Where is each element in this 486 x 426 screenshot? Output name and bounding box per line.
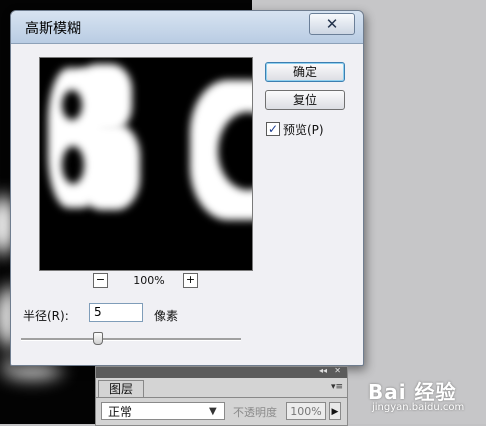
radius-input[interactable] xyxy=(89,303,143,322)
preview-letter-b-bowl xyxy=(76,64,132,132)
zoom-out-button[interactable]: − xyxy=(93,273,108,288)
opacity-slider-arrow[interactable]: ▶ xyxy=(329,402,341,420)
preview-checkbox[interactable]: ✓ xyxy=(266,122,280,136)
radius-slider-thumb[interactable] xyxy=(93,332,103,345)
tab-strip-divider xyxy=(96,397,347,398)
radius-label: 半径(R): xyxy=(23,309,69,323)
preview-checkbox-label[interactable]: 预览(P) xyxy=(283,121,324,138)
ok-button[interactable]: 确定 xyxy=(265,62,345,82)
dialog-title: 高斯模糊 xyxy=(25,21,81,37)
chevron-down-icon[interactable]: ▼ xyxy=(209,406,217,417)
watermark-logo: Bai 经验 xyxy=(368,380,457,404)
preview-pane[interactable] xyxy=(39,57,253,271)
arrow-right-icon: ▶ xyxy=(331,407,339,417)
opacity-input[interactable]: 100% xyxy=(286,402,326,420)
radius-slider-track[interactable] xyxy=(21,338,241,341)
radius-unit-label: 像素 xyxy=(154,309,179,323)
watermark-url: jingyan.baidu.com xyxy=(372,402,465,413)
collapse-icon[interactable]: ◂◂ xyxy=(319,366,327,375)
preview-letter-b-bowl xyxy=(78,124,140,210)
blend-mode-select[interactable]: 正常 xyxy=(101,402,225,420)
reset-button[interactable]: 复位 xyxy=(265,90,345,110)
watermark: Bai 经验 jingyan.baidu.com xyxy=(368,372,486,424)
tab-layers[interactable]: 图层 xyxy=(98,380,144,398)
opacity-label: 不透明度 xyxy=(233,406,277,419)
close-icon: ✕ xyxy=(325,15,339,33)
dialog-title-bar[interactable]: 高斯模糊 ✕ xyxy=(11,11,363,44)
close-button[interactable]: ✕ xyxy=(309,13,355,35)
plus-icon: + xyxy=(185,273,196,286)
panel-menu-icon[interactable]: ▾≡ xyxy=(331,382,343,392)
minus-icon: − xyxy=(95,273,106,286)
gaussian-blur-dialog: 高斯模糊 ✕ − 100% + 确定 复位 ✓ 预览(P) 半径(R): 像素 xyxy=(10,10,364,366)
layers-panel: ◂◂ ✕ 图层 ▾≡ 正常 ▼ 不透明度 100% ▶ xyxy=(95,366,348,426)
preview-letter-b-hole xyxy=(62,90,82,120)
checkmark-icon: ✓ xyxy=(267,122,279,136)
zoom-in-button[interactable]: + xyxy=(183,273,198,288)
panel-close-icon[interactable]: ✕ xyxy=(334,366,341,375)
zoom-level: 100% xyxy=(133,274,165,287)
preview-letter-b-hole xyxy=(62,146,84,184)
panel-top-bar[interactable]: ◂◂ ✕ xyxy=(96,366,347,378)
